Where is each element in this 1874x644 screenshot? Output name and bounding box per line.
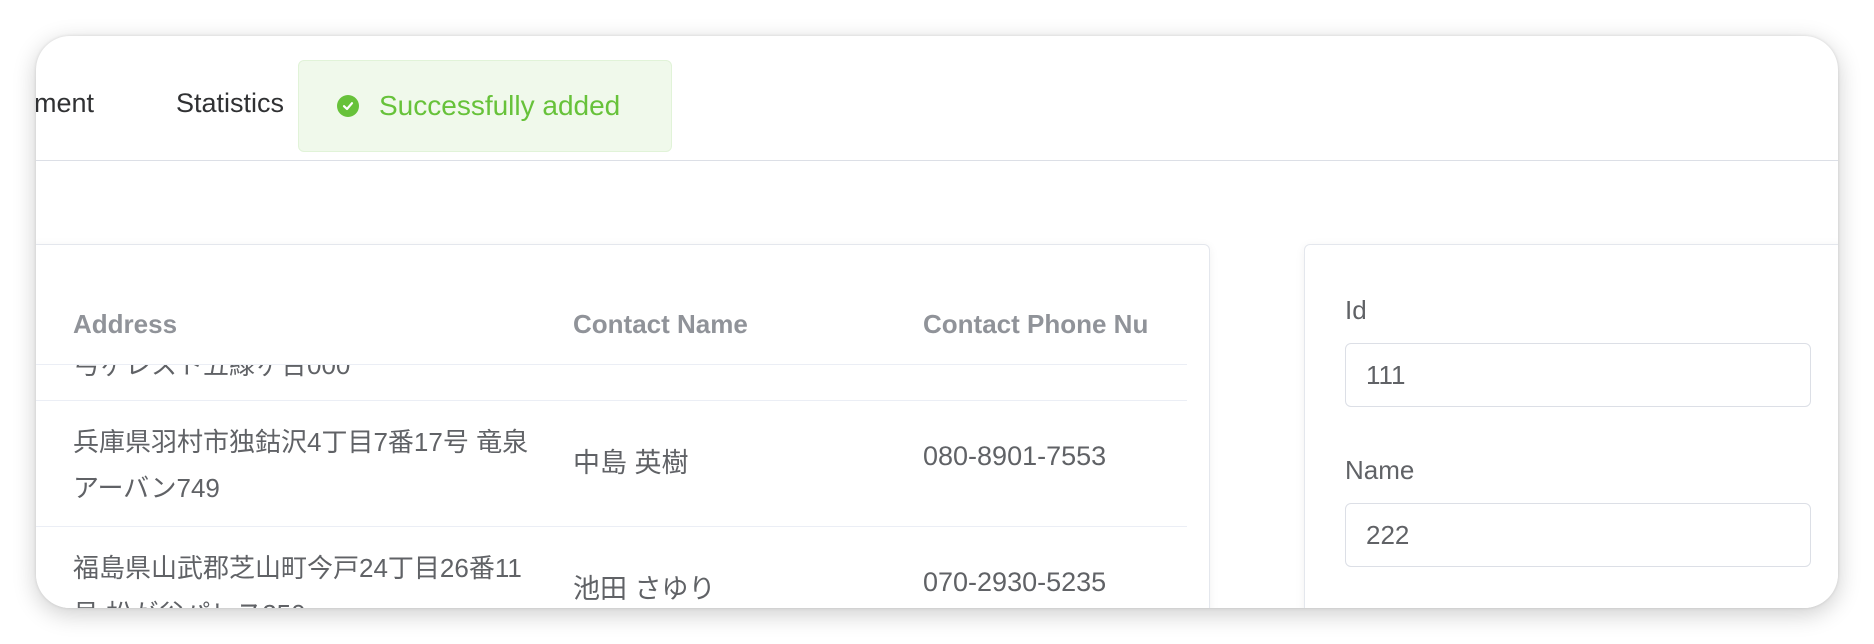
name-field[interactable] (1345, 503, 1811, 567)
app-window: ment Statistics Successfully added Addre… (36, 36, 1838, 608)
success-toast: Successfully added (298, 60, 672, 152)
address-cell: 弓ヶレスト五緑ヶ台000 (73, 365, 351, 380)
header-contact-name[interactable]: Contact Name (573, 309, 748, 340)
id-label: Id (1345, 295, 1367, 325)
contact-name-cell: 池田 さゆり (573, 574, 716, 604)
nav-item-statistics[interactable]: Statistics (176, 88, 284, 119)
nav-item-management[interactable]: ment (36, 88, 94, 119)
toast-message: Successfully added (379, 90, 621, 121)
address-cell: 福島県山武郡芝山町今戸24丁目26番11号 松が谷パレス250 (73, 553, 522, 608)
table-row[interactable]: 福島県山武郡芝山町今戸24丁目26番11号 松が谷パレス250 池田 さゆり 0… (36, 527, 1187, 608)
table-row[interactable]: 兵庫県羽村市独鈷沢4丁目7番17号 竜泉アーバン749 中島 英樹 080-89… (36, 401, 1187, 527)
header-address[interactable]: Address (73, 309, 177, 340)
table-row-partial[interactable]: 弓ヶレスト五緑ヶ台000 (36, 365, 1187, 401)
contact-form: Id Name (1304, 244, 1838, 608)
id-field[interactable] (1345, 343, 1811, 407)
header-contact-phone[interactable]: Contact Phone Nu (923, 309, 1148, 340)
address-cell: 兵庫県羽村市独鈷沢4丁目7番17号 竜泉アーバン749 (73, 427, 529, 503)
contact-phone-cell: 070-2930-5235 (923, 567, 1107, 597)
contact-phone-cell: 080-8901-7553 (923, 441, 1107, 471)
contacts-table: Address Contact Name Contact Phone Nu 弓ヶ… (36, 244, 1210, 608)
name-label: Name (1345, 455, 1415, 485)
success-check-icon (337, 95, 359, 117)
table-header: Address Contact Name Contact Phone Nu (36, 245, 1187, 365)
contact-name-cell: 中島 英樹 (573, 448, 689, 478)
